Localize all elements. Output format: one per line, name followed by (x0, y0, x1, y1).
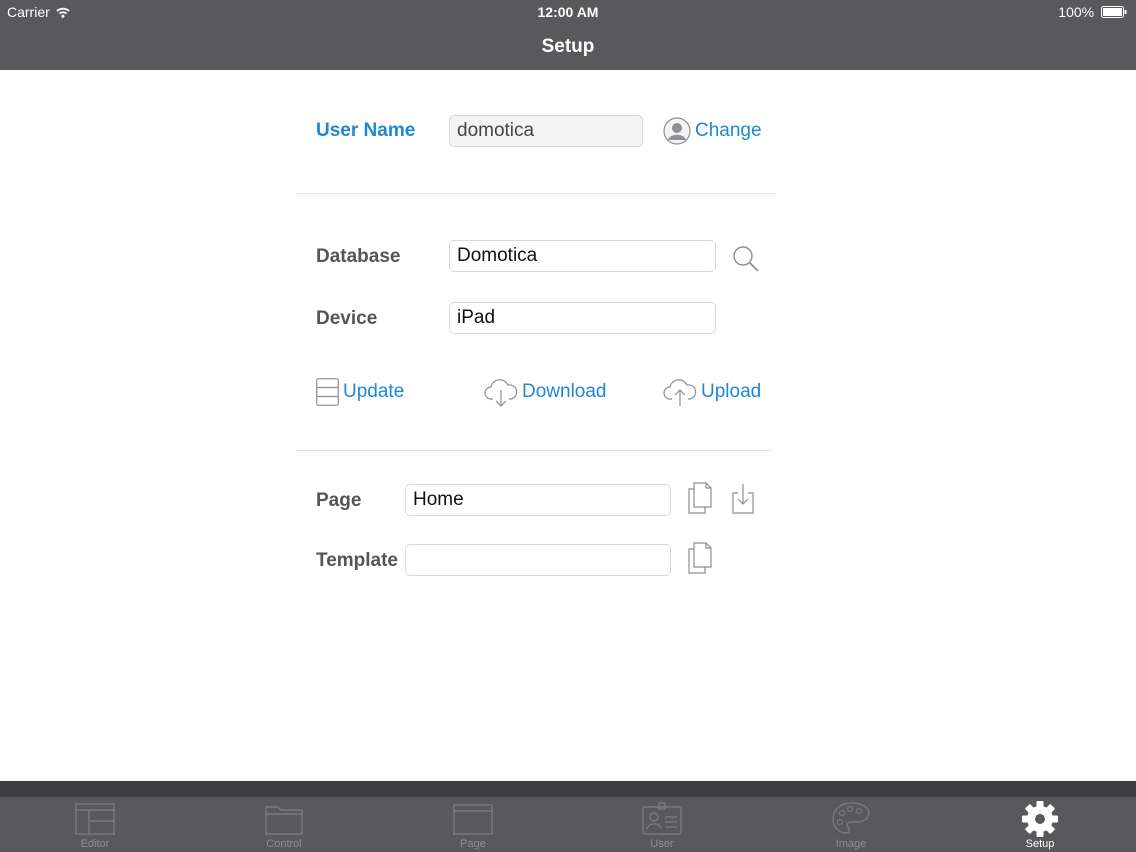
divider (296, 450, 772, 451)
database-field[interactable]: Domotica (449, 240, 716, 272)
download-label: Download (522, 381, 607, 402)
cloud-upload-icon (663, 379, 697, 406)
user-name-field: domotica (449, 115, 643, 147)
tab-label: Image (835, 838, 867, 850)
tab-label: Control (266, 838, 302, 850)
battery-percent: 100% (1058, 4, 1095, 20)
cloud-download-icon (484, 379, 518, 407)
save-page-icon[interactable] (731, 482, 755, 514)
template-field[interactable] (405, 544, 671, 576)
status-battery: 100% (1058, 4, 1127, 20)
palette-icon (832, 802, 870, 834)
page-title: Setup (541, 36, 595, 57)
upload-label: Upload (701, 381, 762, 402)
page-icon (453, 804, 493, 835)
change-user-button[interactable]: Change (663, 117, 762, 145)
gear-icon (1022, 801, 1058, 837)
download-button[interactable]: Download (484, 377, 607, 407)
change-user-label: Change (695, 120, 762, 141)
update-button[interactable]: Update (316, 378, 404, 406)
editor-icon (75, 803, 115, 835)
tab-setup[interactable]: Setup (980, 797, 1100, 852)
tab-user[interactable]: User (602, 797, 722, 852)
copy-page-icon[interactable] (687, 482, 713, 514)
tab-label: Page (460, 838, 486, 850)
server-icon (316, 378, 339, 406)
user-card-icon (642, 802, 682, 835)
update-label: Update (343, 381, 405, 402)
copy-template-icon[interactable] (687, 542, 713, 574)
page-field[interactable]: Home (405, 484, 671, 516)
navigation-bar: Carrier 12:00 AM 100% Setup (0, 0, 1136, 70)
divider (296, 193, 776, 194)
tab-bar: Editor Control Page User Image Setup (0, 797, 1136, 852)
tabbar-divider (0, 781, 1136, 797)
search-icon[interactable] (732, 245, 760, 273)
tab-label: Setup (1025, 838, 1055, 850)
database-label: Database (316, 246, 401, 267)
page-label: Page (316, 490, 362, 511)
tab-label: Editor (80, 838, 110, 850)
user-avatar-icon (663, 117, 691, 145)
tab-image[interactable]: Image (791, 797, 911, 852)
upload-button[interactable]: Upload (663, 377, 761, 407)
tab-editor[interactable]: Editor (35, 797, 155, 852)
status-time: 12:00 AM (537, 4, 599, 20)
tab-control[interactable]: Control (224, 797, 344, 852)
folder-icon (265, 806, 303, 835)
device-label: Device (316, 308, 378, 329)
device-field[interactable]: iPad (449, 302, 716, 334)
tab-page[interactable]: Page (413, 797, 533, 852)
user-name-label: User Name (316, 120, 416, 141)
template-label: Template (316, 550, 399, 571)
battery-icon (1101, 6, 1127, 18)
tab-label: User (650, 838, 674, 850)
